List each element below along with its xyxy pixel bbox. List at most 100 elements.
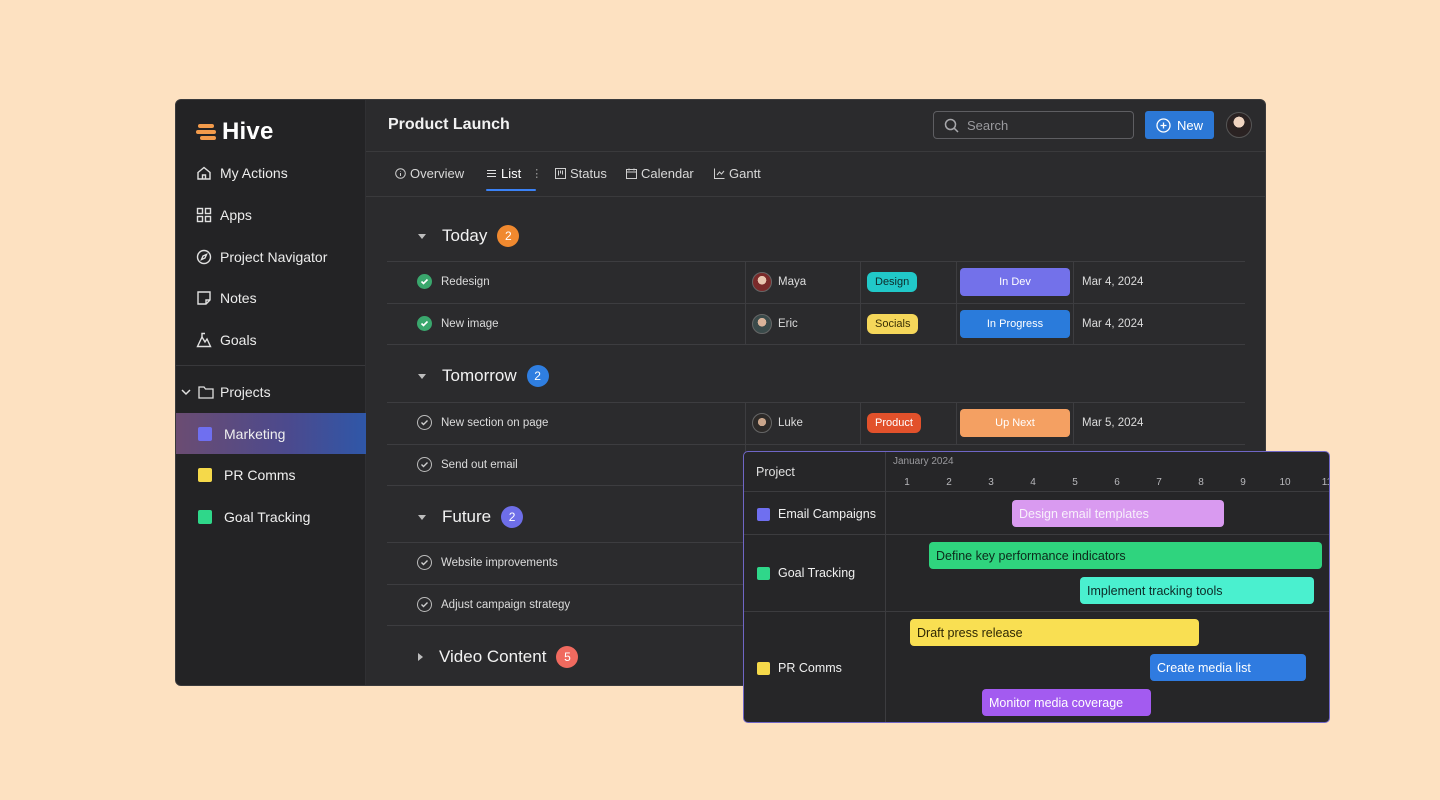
assignee[interactable]: Maya: [752, 272, 806, 292]
group-header-tomorrow[interactable]: Tomorrow 2: [418, 365, 549, 387]
table-row[interactable]: Redesign Maya Design In Dev Mar 4, 2024: [387, 261, 1245, 303]
group-title: Future: [442, 507, 492, 526]
project-color-swatch: [198, 426, 212, 441]
chevron-down-icon: [181, 389, 191, 396]
gantt-project-pr-comms[interactable]: PR Comms: [757, 661, 842, 675]
group-header-today[interactable]: Today 2: [418, 225, 520, 247]
task-name[interactable]: Redesign: [441, 276, 490, 288]
search-input[interactable]: Search: [933, 111, 1134, 139]
tab-gantt[interactable]: Gantt: [714, 166, 761, 181]
checkmark-icon[interactable]: [417, 415, 432, 430]
caret-right-icon: [418, 653, 423, 661]
gantt-task-bar[interactable]: Monitor media coverage: [982, 689, 1151, 716]
caret-down-icon: [418, 233, 426, 239]
sidebar-item-apps[interactable]: Apps: [196, 207, 252, 223]
group-count-badge: 2: [497, 225, 520, 247]
sidebar-item-label: Project Navigator: [220, 249, 328, 265]
gantt-row-divider: [744, 611, 1329, 612]
project-label: Marketing: [224, 425, 286, 442]
checkmark-icon[interactable]: [417, 316, 432, 331]
gantt-day-label: 9: [1240, 477, 1246, 488]
gantt-task-bar[interactable]: Implement tracking tools: [1080, 577, 1314, 604]
gantt-day-label: 8: [1198, 477, 1204, 488]
group-count-badge: 5: [556, 646, 579, 668]
projects-section-toggle[interactable]: Projects: [180, 384, 271, 400]
tab-calendar[interactable]: Calendar: [626, 166, 694, 181]
group-header-future[interactable]: Future 2: [418, 506, 524, 528]
group-count-badge: 2: [526, 365, 549, 387]
sidebar-project-goal-tracking[interactable]: Goal Tracking: [176, 496, 366, 537]
checkmark-icon[interactable]: [417, 597, 432, 612]
info-icon: [395, 168, 406, 179]
sidebar-item-project-navigator[interactable]: Project Navigator: [196, 249, 327, 265]
sidebar-project-pr-comms[interactable]: PR Comms: [176, 454, 366, 495]
tag-badge[interactable]: Product: [867, 413, 921, 433]
group-header-video-content[interactable]: Video Content 5: [418, 646, 579, 668]
task-name[interactable]: Adjust campaign strategy: [441, 599, 570, 611]
hive-logo-icon: [196, 122, 218, 142]
tag-badge[interactable]: Socials: [867, 314, 919, 334]
due-date[interactable]: Mar 4, 2024: [1082, 276, 1143, 288]
checkmark-icon[interactable]: [417, 457, 432, 472]
tab-label: Status: [570, 166, 607, 181]
gantt-day-label: 11: [1321, 477, 1329, 488]
gantt-task-bar[interactable]: Define key performance indicators: [929, 542, 1322, 569]
due-date[interactable]: Mar 4, 2024: [1082, 318, 1143, 330]
gantt-day-label: 6: [1114, 477, 1120, 488]
gantt-project-goal-tracking[interactable]: Goal Tracking: [757, 566, 855, 580]
task-name[interactable]: New section on page: [441, 417, 548, 429]
sidebar-item-my-actions[interactable]: My Actions: [196, 165, 288, 181]
status-badge[interactable]: In Dev: [960, 268, 1070, 296]
new-button[interactable]: New: [1145, 111, 1214, 139]
status-badge[interactable]: In Progress: [960, 310, 1070, 338]
assignee-name: Luke: [778, 417, 803, 429]
due-date[interactable]: Mar 5, 2024: [1082, 417, 1143, 429]
sidebar-item-goals[interactable]: Goals: [196, 332, 257, 348]
group-title: Today: [442, 226, 488, 245]
sidebar-item-label: Goals: [220, 332, 257, 348]
checkmark-icon[interactable]: [417, 274, 432, 289]
task-name[interactable]: Send out email: [441, 459, 518, 471]
new-button-label: New: [1176, 117, 1203, 133]
assignee[interactable]: Luke: [752, 413, 803, 433]
task-name[interactable]: Website improvements: [441, 557, 558, 569]
project-color-swatch: [757, 661, 770, 675]
project-color-swatch: [198, 509, 212, 524]
status-badge[interactable]: Up Next: [960, 409, 1070, 437]
tag-badge[interactable]: Design: [867, 272, 918, 292]
more-options-icon[interactable]: ⋮: [531, 167, 542, 180]
sidebar-item-label: Notes: [220, 290, 257, 306]
sidebar-item-notes[interactable]: Notes: [196, 290, 257, 306]
assignee[interactable]: Eric: [752, 314, 798, 334]
gantt-project-email-campaigns[interactable]: Email Campaigns: [757, 507, 876, 521]
table-row[interactable]: New image Eric Socials In Progress Mar 4…: [387, 303, 1245, 345]
tab-label: Gantt: [729, 166, 761, 181]
gantt-task-bar[interactable]: Design email templates: [1012, 500, 1224, 527]
checkmark-icon[interactable]: [417, 555, 432, 570]
search-placeholder: Search: [967, 117, 1009, 133]
group-title: Tomorrow: [442, 366, 517, 385]
sidebar-item-label: My Actions: [220, 165, 288, 181]
compass-icon: [196, 249, 212, 265]
gantt-task-bar[interactable]: Draft press release: [910, 619, 1199, 646]
gantt-day-label: 10: [1279, 477, 1291, 488]
table-row[interactable]: New section on page Luke Product Up Next…: [387, 402, 1245, 444]
plus-circle-icon: [1156, 117, 1171, 133]
gantt-project-name: Email Campaigns: [778, 507, 876, 521]
tab-list[interactable]: List ⋮: [486, 166, 542, 181]
tab-status[interactable]: Status: [555, 166, 607, 181]
task-name[interactable]: New image: [441, 318, 499, 330]
sidebar-item-label: Apps: [220, 207, 252, 223]
sidebar-project-marketing[interactable]: Marketing: [176, 413, 366, 454]
logo-text: Hive: [222, 118, 274, 145]
hive-logo[interactable]: Hive: [196, 118, 274, 146]
gantt-task-bar[interactable]: Create media list: [1150, 654, 1306, 681]
sidebar: Hive My Actions Apps Project Navigator N…: [176, 100, 366, 685]
page-title: Product Launch: [388, 116, 510, 133]
goals-icon: [196, 332, 212, 348]
project-label: PR Comms: [224, 466, 296, 483]
user-avatar[interactable]: [1226, 112, 1252, 138]
tab-overview[interactable]: Overview: [395, 166, 464, 181]
list-icon: [487, 170, 496, 177]
projects-label: Projects: [220, 384, 271, 400]
